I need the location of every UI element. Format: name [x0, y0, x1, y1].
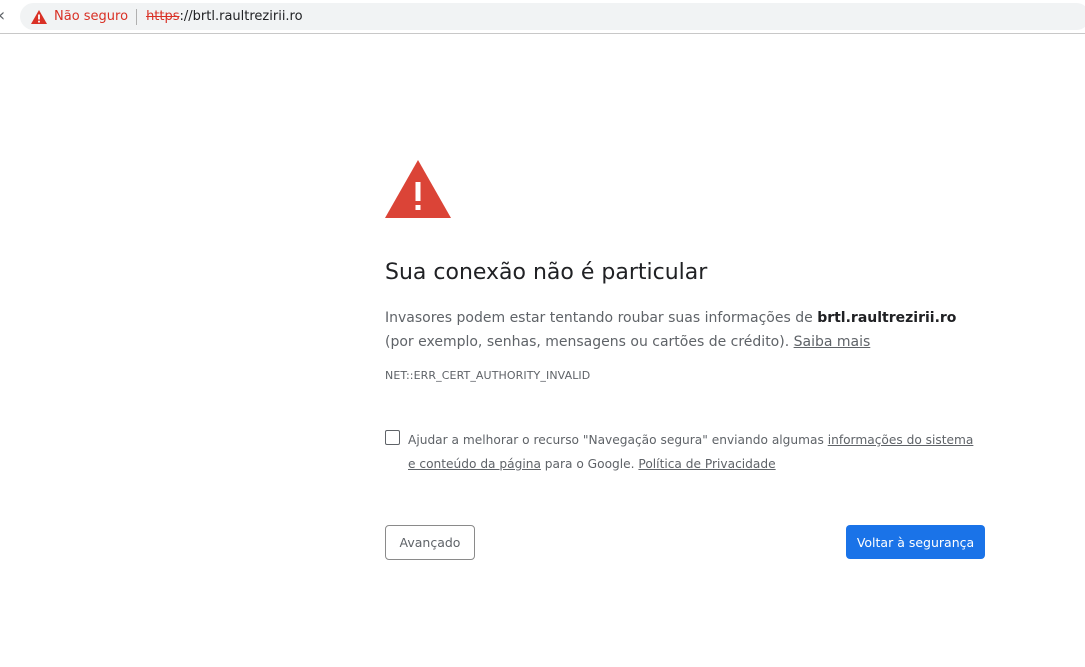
back-chevron-icon[interactable]: ‹ [0, 6, 10, 26]
page-title: Sua conexão não é particular [385, 260, 708, 285]
checkbox-text-before: Ajudar a melhorar o recurso "Navegação s… [408, 433, 828, 447]
error-code[interactable]: NET::ERR_CERT_AUTHORITY_INVALID [385, 369, 590, 382]
warning-paragraph: Invasores podem estar tentando roubar su… [385, 306, 985, 354]
url-scheme: https [146, 9, 180, 24]
omnibox-separator [136, 8, 138, 25]
advanced-button[interactable]: Avançado [385, 525, 475, 560]
paragraph-text: Invasores podem estar tentando roubar su… [385, 310, 818, 326]
warning-triangle-icon[interactable] [31, 9, 47, 24]
back-to-safety-button[interactable]: Voltar à segurança [846, 525, 985, 559]
omnibox[interactable]: Não seguro https://brtl.raultrezirii.ro [20, 3, 1085, 30]
url-host: ://brtl.raultrezirii.ro [179, 9, 303, 24]
not-secure-label[interactable]: Não seguro [54, 9, 128, 24]
paragraph-text-after: (por exemplo, senhas, mensagens ou cartõ… [385, 334, 794, 350]
address-bar: ‹ Não seguro https://brtl.raultrezirii.r… [0, 0, 1085, 34]
warning-triangle-icon [385, 160, 451, 218]
checkbox-label: Ajudar a melhorar o recurso "Navegação s… [408, 428, 978, 476]
learn-more-link[interactable]: Saiba mais [794, 334, 871, 350]
paragraph-host: brtl.raultrezirii.ro [817, 310, 957, 326]
safe-browsing-checkbox[interactable] [385, 430, 400, 445]
checkbox-text-mid: para o Google. [540, 457, 639, 471]
privacy-policy-link[interactable]: Política de Privacidade [638, 457, 775, 471]
